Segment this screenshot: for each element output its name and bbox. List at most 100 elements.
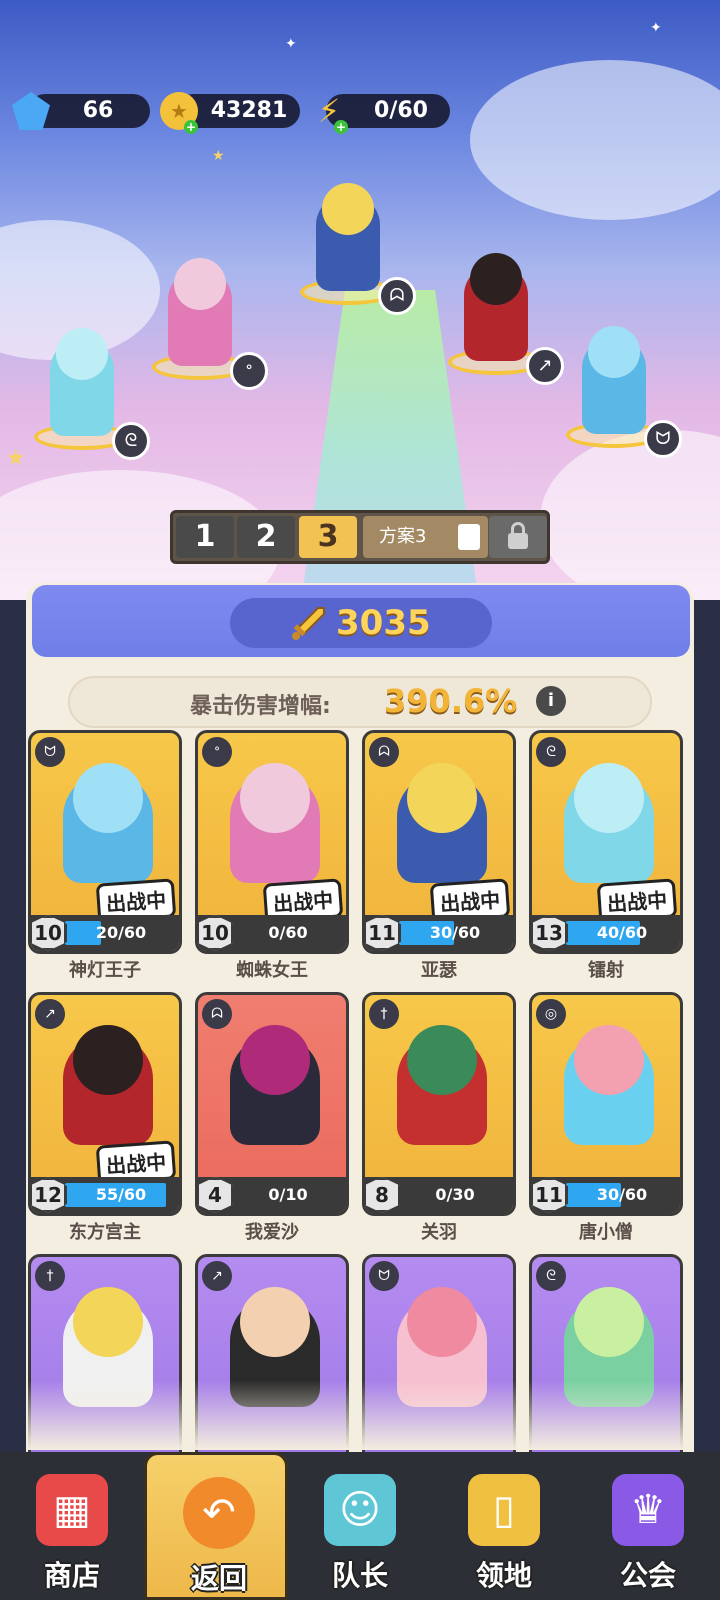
potion-icon: ᐤ (230, 352, 268, 390)
swirl-icon: ◎ (536, 999, 566, 1029)
add-energy-icon[interactable]: + (334, 120, 348, 134)
hero-name: 关羽 (421, 1222, 457, 1243)
nav-label: 领地 (475, 1559, 532, 1592)
hero-name: 我爱沙 (245, 1222, 299, 1243)
hero-head (588, 326, 640, 378)
xp-text: 0/60 (268, 923, 308, 942)
hero-portrait-head (407, 1025, 477, 1095)
plan-name-label: 方案3 (379, 526, 427, 547)
bow-icon: ↗ (35, 999, 65, 1029)
hero-card[interactable]: ᗣ 0/10 4 (195, 992, 349, 1216)
hero-name: 亚瑟 (421, 960, 457, 981)
back-icon: ↶ (183, 1477, 255, 1549)
shop-icon: ▦ (36, 1474, 108, 1546)
hero-portrait-head (73, 1287, 143, 1357)
xp-text: 20/60 (95, 923, 147, 942)
edit-icon (458, 524, 480, 550)
gems-value: 66 (82, 98, 114, 123)
bull-icon: ᗣ (369, 737, 399, 767)
hero-head (470, 253, 522, 305)
nav-item-shop[interactable]: ▦ 商店 (0, 1452, 144, 1600)
bow-icon: ↗ (202, 1261, 232, 1291)
sword-icon: † (369, 999, 399, 1029)
xp-text: 0/30 (435, 1185, 475, 1204)
gold-value: 43281 (210, 98, 288, 123)
plan-name-edit[interactable]: 方案3 (363, 516, 488, 558)
cloud-decoration (540, 430, 720, 600)
hero-portrait-head (407, 1287, 477, 1357)
hero-portrait-head (574, 1025, 644, 1095)
wings-icon: ᗢ (35, 737, 65, 767)
hero-card[interactable]: ᘓ 出战中 40/60 13 (529, 730, 683, 954)
plan-selector: 1 2 3 方案3 (170, 510, 550, 564)
hero-name: 蜘蛛女王 (236, 960, 308, 981)
hero-head (322, 183, 374, 235)
territory-icon: ▯ (468, 1474, 540, 1546)
hero-card[interactable]: ᐤ 出战中 0/60 10 (195, 730, 349, 954)
nav-label: 商店 (43, 1559, 100, 1592)
hero-portrait-head (240, 1287, 310, 1357)
lock-button[interactable] (489, 516, 547, 558)
cloud-decoration (470, 60, 720, 220)
hero-card[interactable]: ↗ 出战中 55/60 12 (28, 992, 182, 1216)
xp-text: 40/60 (596, 923, 648, 942)
hero-portrait-head (574, 763, 644, 833)
sword-icon (292, 607, 325, 640)
hero-portrait-head (574, 1287, 644, 1357)
plan-button-2[interactable]: 2 (237, 516, 295, 558)
guild-icon: ♛ (612, 1474, 684, 1546)
xp-text: 30/60 (429, 923, 481, 942)
bow-icon: ↗ (526, 347, 564, 385)
bull-icon: ᗣ (202, 999, 232, 1029)
energy-value: 0/60 (374, 98, 428, 123)
wings-icon: ᗢ (644, 420, 682, 458)
xp-text: 0/10 (268, 1185, 308, 1204)
hero-card[interactable]: ᗢ 出战中 20/60 10 (28, 730, 182, 954)
hero-card[interactable]: † 0/30 8 (362, 992, 516, 1216)
hero-name: 镭射 (588, 960, 624, 981)
hero-head (56, 328, 108, 380)
team-power-value: 3035 (336, 603, 431, 643)
nav-label: 返回 (190, 1562, 247, 1595)
staff-icon: ᘓ (536, 737, 566, 767)
hero-name: 东方宫主 (69, 1222, 141, 1243)
formation-slot[interactable]: ᗣ (300, 180, 416, 315)
hero-card[interactable]: ᗣ 出战中 30/60 11 (362, 730, 516, 954)
nav-label: 队长 (331, 1559, 388, 1592)
potion-icon: ᐤ (202, 737, 232, 767)
nav-label: 公会 (619, 1559, 676, 1592)
nav-item-territory[interactable]: ▯ 领地 (432, 1452, 576, 1600)
hero-portrait-head (240, 1025, 310, 1095)
list-fade (26, 1380, 694, 1450)
hero-name: 神灯王子 (69, 960, 141, 981)
xp-text: 55/60 (95, 1185, 147, 1204)
plan-button-3[interactable]: 3 (299, 516, 357, 558)
hero-portrait-head (240, 763, 310, 833)
nav-item-back[interactable]: ↶ 返回 (144, 1452, 288, 1600)
formation-slot[interactable]: ᐤ (152, 250, 268, 390)
nav-item-guild[interactable]: ♛ 公会 (576, 1452, 720, 1600)
crit-damage-label: 暴击伤害增幅: (190, 694, 331, 719)
star-decoration: ✦ (650, 20, 662, 36)
formation-slot[interactable]: ᗢ (566, 318, 682, 458)
info-icon[interactable]: i (536, 686, 566, 716)
add-gold-icon[interactable]: + (184, 120, 198, 134)
formation-slot[interactable]: ᘓ (34, 310, 150, 460)
star-decoration: ★ (212, 148, 225, 164)
hero-card[interactable]: ◎ 30/60 11 (529, 992, 683, 1216)
wings-icon: ᗢ (369, 1261, 399, 1291)
hero-portrait-head (407, 763, 477, 833)
formation-slot[interactable]: ↗ (448, 240, 564, 385)
star-decoration: ★ (6, 446, 26, 471)
captain-icon: ☺ (324, 1474, 396, 1546)
staff-icon: ᘓ (112, 422, 150, 460)
nav-item-captain[interactable]: ☺ 队长 (288, 1452, 432, 1600)
hero-head (174, 258, 226, 310)
bull-icon: ᗣ (378, 277, 416, 315)
staff-icon: ᘓ (536, 1261, 566, 1291)
plan-button-1[interactable]: 1 (176, 516, 234, 558)
sword-icon: † (35, 1261, 65, 1291)
hero-name: 唐小僧 (579, 1222, 633, 1243)
lock-icon-body (508, 533, 528, 549)
hero-portrait-head (73, 1025, 143, 1095)
